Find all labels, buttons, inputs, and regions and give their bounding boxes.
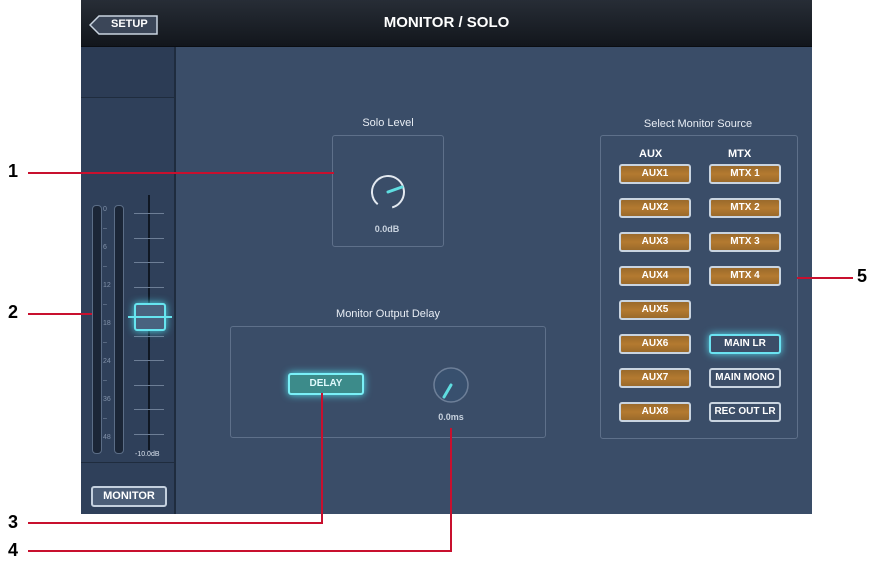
callout-5: 5 — [857, 266, 868, 286]
meter-tick-label: – — [103, 415, 107, 422]
mtx-source-button[interactable]: MTX 3 — [709, 232, 781, 252]
monitor-button[interactable]: MONITOR — [91, 486, 167, 507]
fader-scale-mark — [134, 213, 164, 214]
meter-tick-label: – — [103, 301, 107, 308]
callout-4-leader — [450, 428, 452, 552]
aux-source-button[interactable]: AUX5 — [619, 300, 691, 320]
fader-scale-mark — [134, 286, 164, 288]
monitor-channel-strip: 0 – 6 – 12 – 18 – 24 – 36 – 48 -10.0dB MONITOR — [81, 47, 176, 514]
fader-scale-mark — [134, 409, 164, 410]
fader-scale-mark — [134, 262, 164, 263]
delay-time-knob[interactable] — [429, 363, 473, 407]
fader-scale-mark — [134, 360, 164, 361]
monitor-source-label: Select Monitor Source — [643, 118, 753, 130]
callout-1: 1 — [8, 161, 19, 181]
callout-2-line — [28, 313, 92, 315]
main-mono-button[interactable]: MAIN MONO — [709, 368, 781, 388]
meter-tick-label: 12 — [103, 282, 111, 289]
meter-tick-label: – — [103, 339, 107, 346]
meter-tick-label: 24 — [103, 358, 111, 365]
callout-3-line — [28, 522, 322, 524]
fader-handle[interactable] — [128, 303, 172, 331]
fader-value: -10.0dB — [135, 451, 160, 458]
level-meter-left — [92, 205, 102, 454]
callout-4-line — [28, 550, 452, 552]
delay-label: Monitor Output Delay — [336, 308, 440, 320]
aux-column-header: AUX — [639, 148, 663, 160]
meter-tick-label: – — [103, 225, 107, 232]
page-title: MONITOR / SOLO — [383, 14, 510, 31]
callout-3: 3 — [8, 512, 19, 532]
mtx-column-header: MTX — [728, 148, 752, 160]
main-lr-button[interactable]: MAIN LR — [709, 334, 781, 354]
aux-source-button[interactable]: AUX6 — [619, 334, 691, 354]
callout-2: 2 — [8, 302, 19, 322]
meter-tick-label: – — [103, 377, 107, 384]
aux-source-button[interactable]: AUX1 — [619, 164, 691, 184]
solo-level-label: Solo Level — [362, 117, 414, 129]
callout-3-leader — [321, 393, 323, 524]
fader-scale-mark — [134, 433, 164, 435]
aux-source-button[interactable]: AUX2 — [619, 198, 691, 218]
fader-scale-mark — [134, 384, 164, 386]
mtx-source-button[interactable]: MTX 2 — [709, 198, 781, 218]
meter-tick-label: 18 — [103, 320, 111, 327]
meter-tick-label: 6 — [103, 244, 107, 251]
delay-time-value: 0.0ms — [438, 412, 464, 422]
title-bar: SETUP MONITOR / SOLO — [81, 0, 812, 47]
fader-scale-mark — [134, 237, 164, 239]
meter-tick-label: 36 — [103, 396, 111, 403]
meter-tick-label: 48 — [103, 434, 111, 441]
aux-source-button[interactable]: AUX3 — [619, 232, 691, 252]
monitor-solo-screen: SETUP MONITOR / SOLO 0 – 6 – 12 – 18 – 24 – 36 – 48 … — [81, 0, 812, 514]
solo-level-knob[interactable] — [366, 170, 410, 214]
level-meter-right — [114, 205, 124, 454]
aux-source-button[interactable]: AUX8 — [619, 402, 691, 422]
delay-button[interactable]: DELAY — [288, 373, 364, 395]
solo-level-value: 0.0dB — [374, 224, 400, 234]
meter-tick-label: – — [103, 263, 107, 270]
aux-source-button[interactable]: AUX7 — [619, 368, 691, 388]
mtx-source-button[interactable]: MTX 1 — [709, 164, 781, 184]
meter-tick-label: 0 — [103, 206, 107, 213]
callout-5-line — [797, 277, 853, 279]
callout-1-line — [28, 172, 334, 174]
strip-top-area — [81, 47, 174, 98]
rec-out-lr-button[interactable]: REC OUT LR — [709, 402, 781, 422]
strip-divider — [81, 462, 174, 463]
aux-source-button[interactable]: AUX4 — [619, 266, 691, 286]
delay-panel — [230, 326, 546, 438]
callout-4: 4 — [8, 540, 19, 560]
mtx-source-button[interactable]: MTX 4 — [709, 266, 781, 286]
fader-scale-mark — [134, 335, 164, 337]
